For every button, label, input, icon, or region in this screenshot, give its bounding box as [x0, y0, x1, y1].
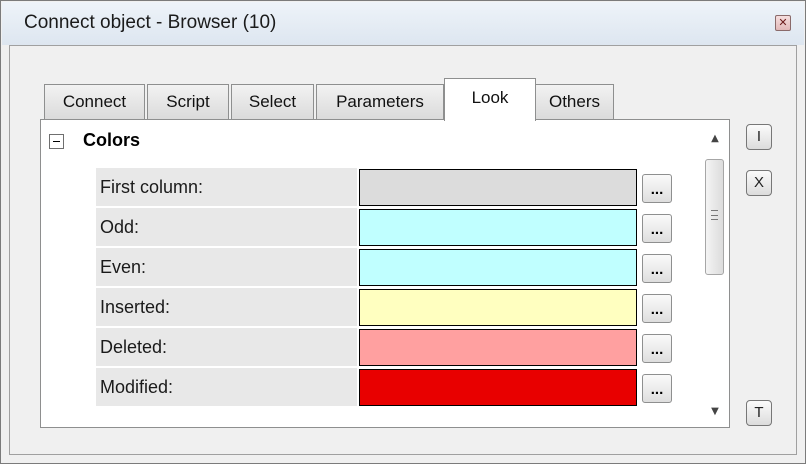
- scroll-down-icon[interactable]: ▼: [702, 400, 728, 424]
- window-title: Connect object - Browser (10): [24, 12, 277, 33]
- scroll-up-icon[interactable]: ▲: [702, 127, 728, 151]
- tab-select[interactable]: Select: [231, 84, 314, 120]
- dialog-body: Connect Script Select Parameters Look Ot…: [9, 45, 797, 455]
- color-swatch[interactable]: [359, 249, 637, 286]
- color-row-modified: Modified: ...: [96, 368, 676, 407]
- collapse-icon[interactable]: [49, 134, 64, 149]
- tab-parameters[interactable]: Parameters: [316, 84, 444, 120]
- pick-color-button[interactable]: ...: [642, 294, 672, 323]
- scroll-thumb[interactable]: [705, 159, 724, 275]
- color-swatch[interactable]: [359, 289, 637, 326]
- pick-color-button[interactable]: ...: [642, 214, 672, 243]
- color-swatch[interactable]: [359, 209, 637, 246]
- color-row-even: Even: ...: [96, 248, 676, 287]
- tab-others[interactable]: Others: [535, 84, 614, 120]
- row-label: Modified:: [96, 368, 357, 407]
- color-row-odd: Odd: ...: [96, 208, 676, 247]
- title-bar: Connect object - Browser (10) ✕: [2, 2, 804, 45]
- t-button[interactable]: T: [746, 400, 772, 426]
- tab-connect[interactable]: Connect: [44, 84, 145, 120]
- pick-color-button[interactable]: ...: [642, 374, 672, 403]
- tab-script[interactable]: Script: [147, 84, 229, 120]
- color-swatch[interactable]: [359, 369, 637, 406]
- vertical-scrollbar[interactable]: ▲ ▼: [702, 121, 728, 426]
- row-label: Inserted:: [96, 288, 357, 327]
- pick-color-button[interactable]: ...: [642, 254, 672, 283]
- delete-button[interactable]: X: [746, 170, 772, 196]
- row-label: First column:: [96, 168, 357, 207]
- row-label: Odd:: [96, 208, 357, 247]
- pick-color-button[interactable]: ...: [642, 174, 672, 203]
- color-swatch[interactable]: [359, 329, 637, 366]
- tab-look[interactable]: Look: [444, 78, 536, 121]
- color-swatch[interactable]: [359, 169, 637, 206]
- look-panel: Colors First column: ... Odd: ... Even: …: [40, 119, 730, 428]
- row-label: Deleted:: [96, 328, 357, 367]
- color-row-deleted: Deleted: ...: [96, 328, 676, 367]
- section-title-colors: Colors: [83, 130, 141, 150]
- color-row-first-column: First column: ...: [96, 168, 676, 207]
- color-row-inserted: Inserted: ...: [96, 288, 676, 327]
- insert-button[interactable]: I: [746, 124, 772, 150]
- grip-icon: [711, 210, 718, 220]
- dialog-window: Connect object - Browser (10) ✕ Connect …: [0, 0, 806, 464]
- close-icon[interactable]: ✕: [775, 15, 791, 31]
- row-label: Even:: [96, 248, 357, 287]
- pick-color-button[interactable]: ...: [642, 334, 672, 363]
